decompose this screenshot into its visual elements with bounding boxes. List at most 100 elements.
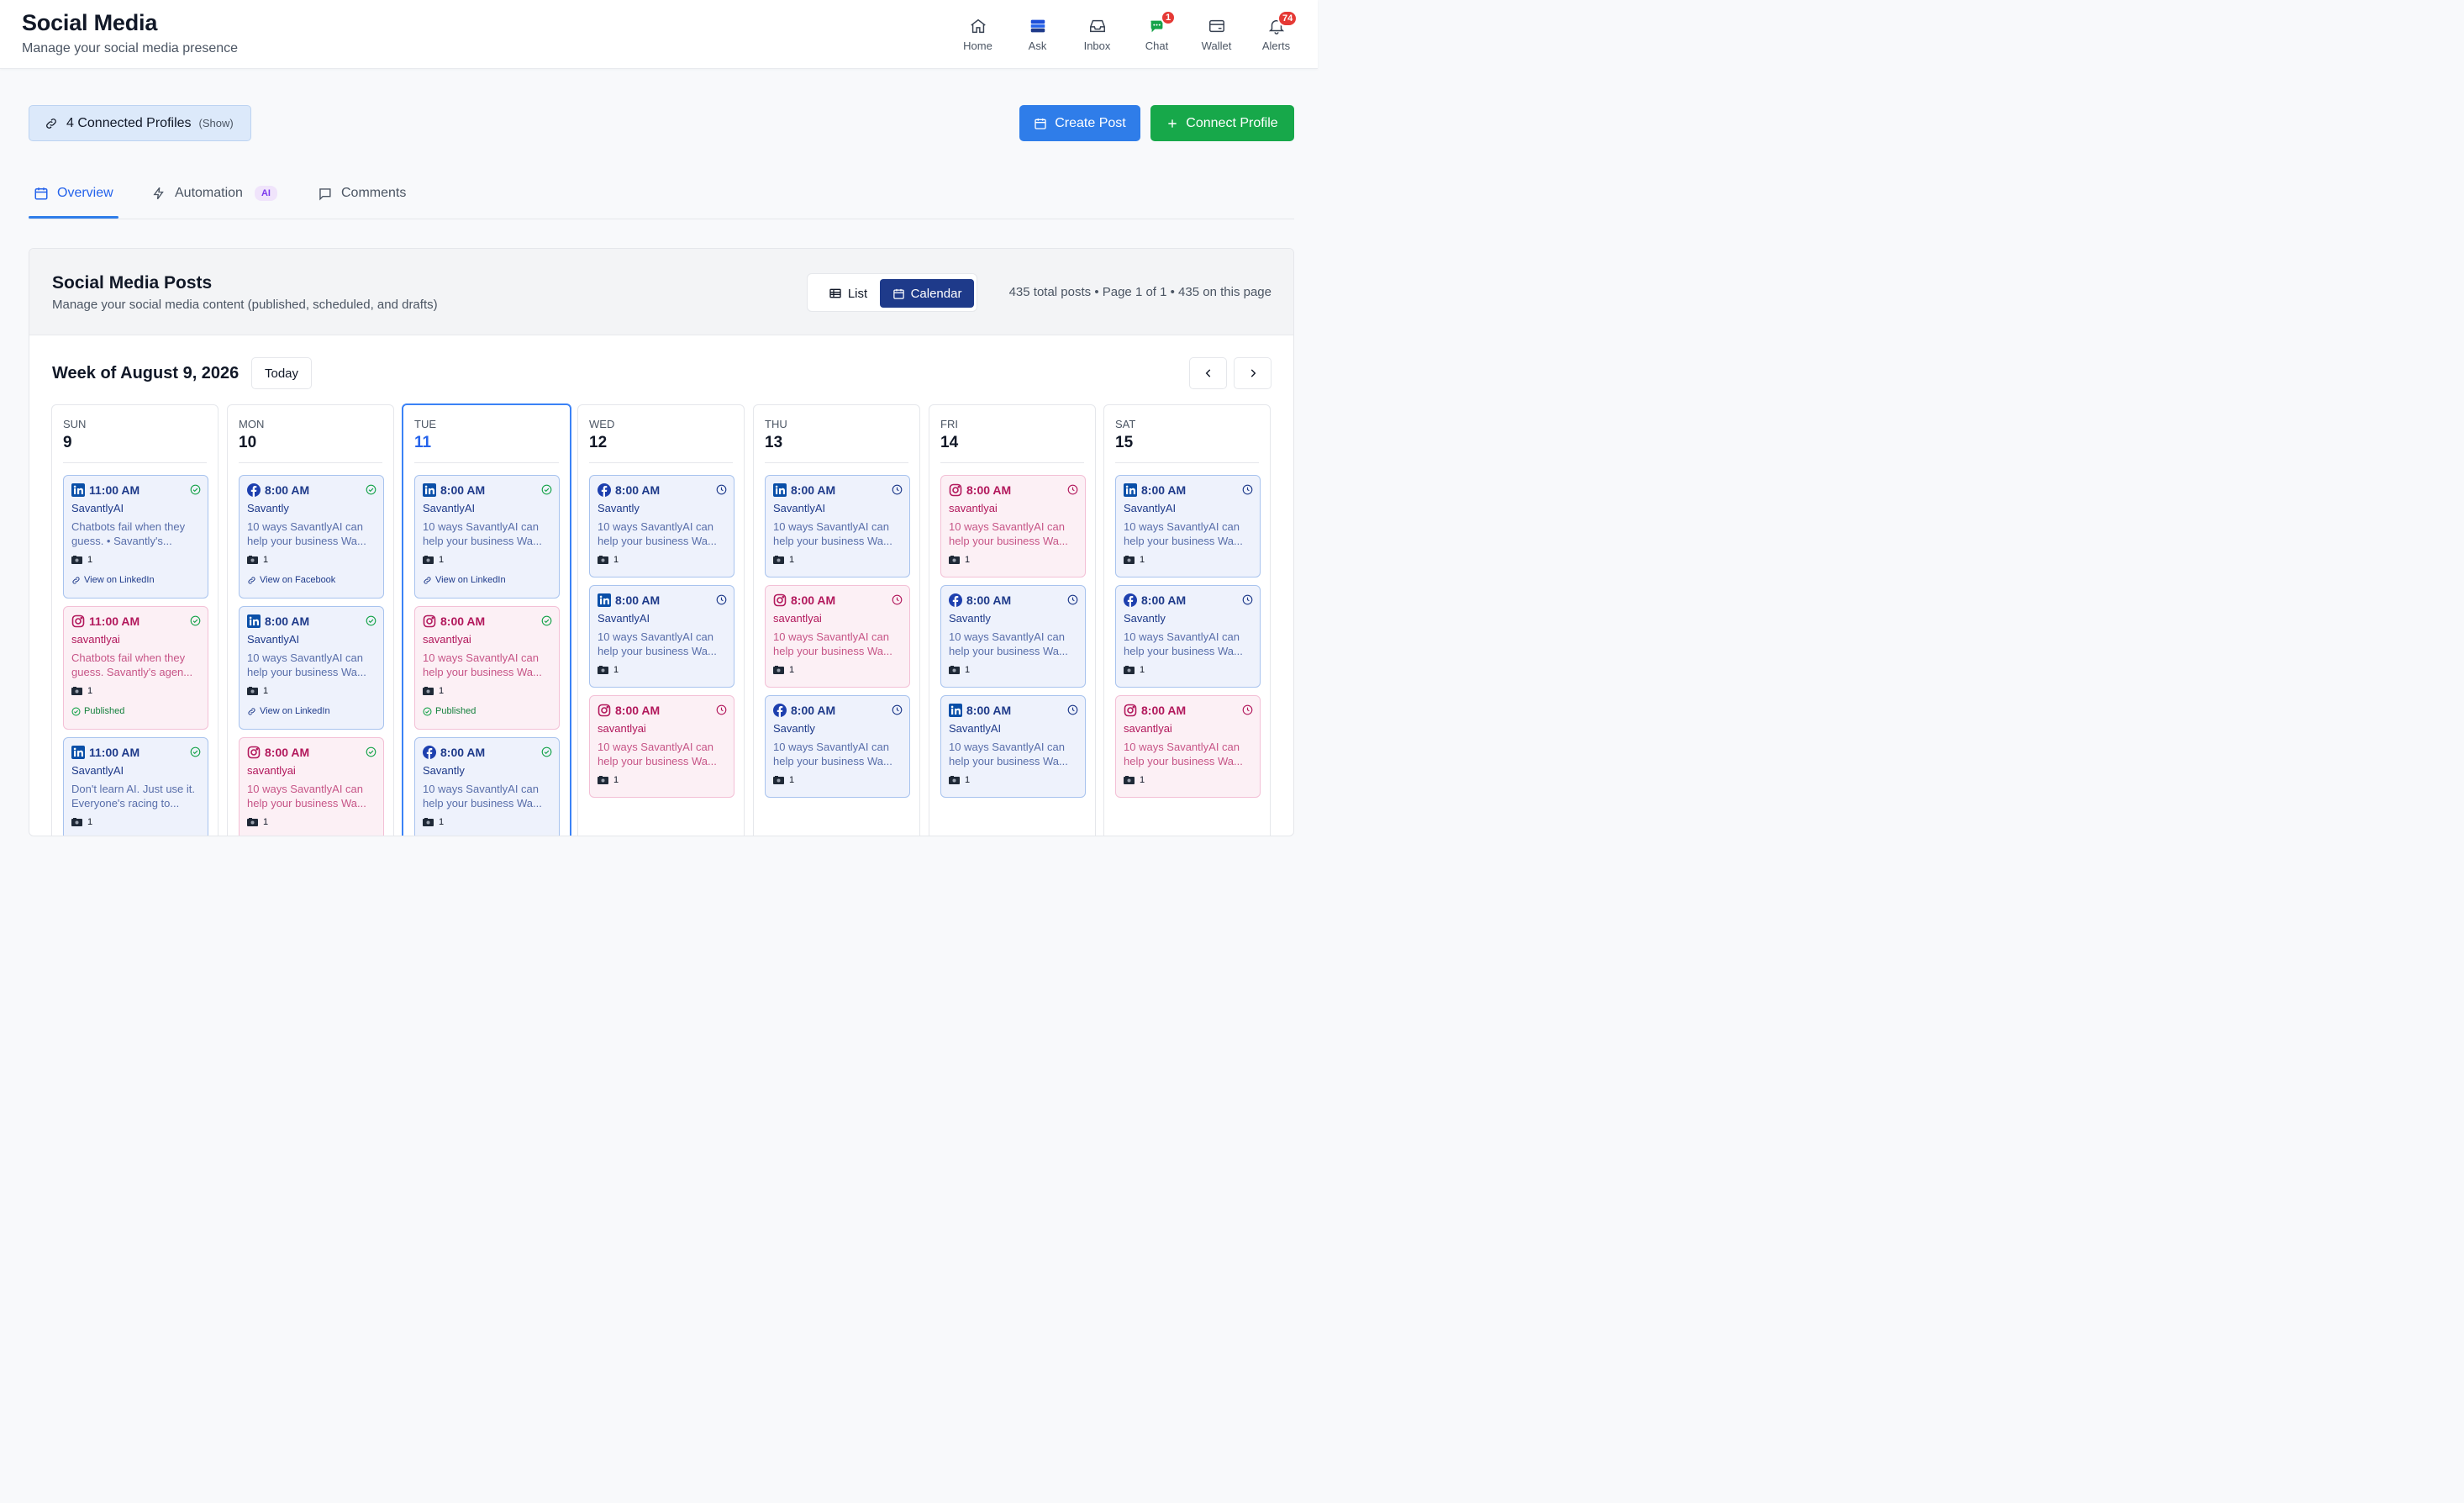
post-author: SavantlyAI [71, 502, 124, 514]
posts-stats: 435 total posts • Page 1 of 1 • 435 on t… [1008, 285, 1271, 299]
connect-profile-button[interactable]: Connect Profile [1150, 105, 1294, 141]
post-author: savantlyai [949, 502, 998, 514]
post-media-count: 1 [773, 775, 902, 785]
post-text: 10 ways SavantlyAI can help your busines… [247, 783, 366, 810]
nav-chat[interactable]: 1 Chat [1127, 10, 1187, 52]
post-author: SavantlyAI [773, 502, 826, 514]
post-header: 8:00 AM [1124, 593, 1252, 608]
media-icon [598, 666, 608, 674]
media-icon [598, 776, 608, 784]
post-text: 10 ways SavantlyAI can help your busines… [423, 651, 542, 678]
post-header: 8:00 AM [773, 703, 902, 718]
post-time: 8:00 AM [791, 483, 836, 497]
show-profiles-toggle[interactable]: (Show) [199, 117, 234, 129]
view-post-link[interactable]: View on LinkedIn [71, 575, 200, 585]
post-card[interactable]: 11:00 AM SavantlyAI Don't learn AI. Just u… [63, 737, 208, 836]
connected-profiles-button[interactable]: 4 Connected Profiles (Show) [29, 105, 251, 141]
post-card[interactable]: 8:00 AM Savantly 10 ways SavantlyAI can he… [1115, 585, 1261, 688]
post-time: 8:00 AM [615, 483, 661, 497]
post-card[interactable]: 8:00 AM Savantly 10 ways SavantlyAI can he… [239, 475, 384, 599]
post-time: 8:00 AM [1141, 483, 1187, 497]
post-text: 10 ways SavantlyAI can help your busines… [773, 741, 892, 767]
nav-inbox[interactable]: Inbox [1067, 12, 1127, 52]
post-card[interactable]: 11:00 AM SavantlyAI Chatbots fail when the… [63, 475, 208, 599]
post-card[interactable]: 8:00 AM SavantlyAI 10 ways SavantlyAI can … [239, 606, 384, 730]
post-card[interactable]: 8:00 AM savantlyai 10 ways SavantlyAI can … [940, 475, 1086, 577]
tab-automation-label: Automation [175, 186, 243, 200]
calendar-icon [1035, 118, 1046, 129]
day-number: 11 [414, 434, 432, 451]
check-circle-icon [190, 615, 201, 626]
panel-subtitle: Manage your social media content (publis… [52, 298, 438, 312]
day-number: 12 [589, 434, 608, 451]
prev-week-button[interactable] [1189, 357, 1227, 389]
post-header: 11:00 AM [71, 614, 200, 629]
facebook-icon [949, 593, 962, 607]
today-button[interactable]: Today [251, 357, 312, 389]
post-card[interactable]: 8:00 AM savantlyai 10 ways SavantlyAI can … [589, 695, 734, 798]
nav-wallet[interactable]: Wallet [1187, 12, 1246, 52]
media-icon [1124, 666, 1135, 674]
post-card[interactable]: 8:00 AM SavantlyAI 10 ways SavantlyAI can … [414, 475, 560, 599]
post-card[interactable]: 8:00 AM SavantlyAI 10 ways SavantlyAI can … [1115, 475, 1261, 577]
top-nav: Home Ask Inbox 1 Chat Wallet 74 Alerts [948, 10, 1306, 52]
nav-home[interactable]: Home [948, 12, 1008, 52]
post-media-count: 1 [423, 555, 551, 565]
linkedin-icon [71, 483, 85, 497]
post-card[interactable]: 8:00 AM Savantly 10 ways SavantlyAI can he… [589, 475, 734, 577]
post-text: Don't learn AI. Just use it. Everyone's … [71, 783, 195, 810]
post-card[interactable]: 8:00 AM Savantly 10 ways SavantlyAI can he… [414, 737, 560, 836]
post-author: Savantly [598, 502, 640, 514]
tab-overview[interactable]: Overview [34, 168, 113, 219]
list-view-button[interactable]: List [814, 279, 882, 308]
post-text: Chatbots fail when they guess. • Savantl… [71, 520, 186, 547]
create-post-button[interactable]: Create Post [1019, 105, 1140, 141]
day-column-mon: MON 10 8:00 AM Savantly 10 ways SavantlyAI c… [227, 404, 394, 836]
view-post-link[interactable]: View on LinkedIn [423, 575, 551, 585]
tab-automation[interactable]: Automation AI [151, 168, 277, 219]
day-column-fri: FRI 14 8:00 AM savantlyai 10 ways SavantlyAI… [929, 404, 1096, 836]
nav-ask[interactable]: Ask [1008, 12, 1067, 52]
day-name: WED [589, 418, 615, 430]
post-card[interactable]: 11:00 AM savantlyai Chatbots fail when the… [63, 606, 208, 730]
post-card[interactable]: 8:00 AM SavantlyAI 10 ways SavantlyAI can … [940, 695, 1086, 798]
comment-icon [319, 187, 331, 201]
day-column-sat: SAT 15 8:00 AM SavantlyAI 10 ways SavantlyAI… [1103, 404, 1271, 836]
post-author: savantlyai [247, 764, 296, 777]
post-media-count: 1 [247, 686, 376, 696]
calendar-view-label: Calendar [910, 286, 962, 301]
check-circle-icon [190, 746, 201, 757]
divider [940, 462, 1084, 463]
media-icon [423, 818, 434, 826]
post-card[interactable]: 8:00 AM SavantlyAI 10 ways SavantlyAI can … [765, 475, 910, 577]
post-card[interactable]: 8:00 AM Savantly 10 ways SavantlyAI can he… [940, 585, 1086, 688]
post-card[interactable]: 8:00 AM savantlyai 10 ways SavantlyAI can … [414, 606, 560, 730]
clock-icon [1067, 484, 1078, 495]
view-post-link[interactable]: View on LinkedIn [247, 706, 376, 716]
post-text: 10 ways SavantlyAI can help your busines… [949, 520, 1068, 547]
post-media-count: 1 [1124, 775, 1252, 785]
media-count: 1 [87, 686, 93, 696]
post-media-count: 1 [247, 817, 376, 827]
create-post-label: Create Post [1055, 115, 1126, 130]
calendar-view-button[interactable]: Calendar [880, 279, 974, 308]
facebook-icon [1124, 593, 1137, 607]
ask-icon [1030, 19, 1045, 33]
clock-icon [716, 484, 727, 495]
day-posts: 8:00 AM Savantly 10 ways SavantlyAI can he… [589, 475, 734, 805]
media-count: 1 [263, 555, 269, 565]
post-text: 10 ways SavantlyAI can help your busines… [423, 520, 542, 547]
post-card[interactable]: 8:00 AM savantlyai 10 ways SavantlyAI can … [765, 585, 910, 688]
post-card[interactable]: 8:00 AM savantlyai 10 ways SavantlyAI can … [239, 737, 384, 836]
media-icon [1124, 556, 1135, 564]
chevron-left-icon [1205, 369, 1210, 377]
nav-alerts[interactable]: 74 Alerts [1246, 10, 1306, 52]
post-time: 8:00 AM [440, 483, 486, 497]
post-card[interactable]: 8:00 AM SavantlyAI 10 ways SavantlyAI can … [589, 585, 734, 688]
post-card[interactable]: 8:00 AM Savantly 10 ways SavantlyAI can he… [765, 695, 910, 798]
post-time: 8:00 AM [440, 614, 486, 628]
next-week-button[interactable] [1234, 357, 1271, 389]
post-card[interactable]: 8:00 AM savantlyai 10 ways SavantlyAI can … [1115, 695, 1261, 798]
view-post-link[interactable]: View on Facebook [247, 575, 376, 585]
tab-comments[interactable]: Comments [317, 168, 406, 219]
